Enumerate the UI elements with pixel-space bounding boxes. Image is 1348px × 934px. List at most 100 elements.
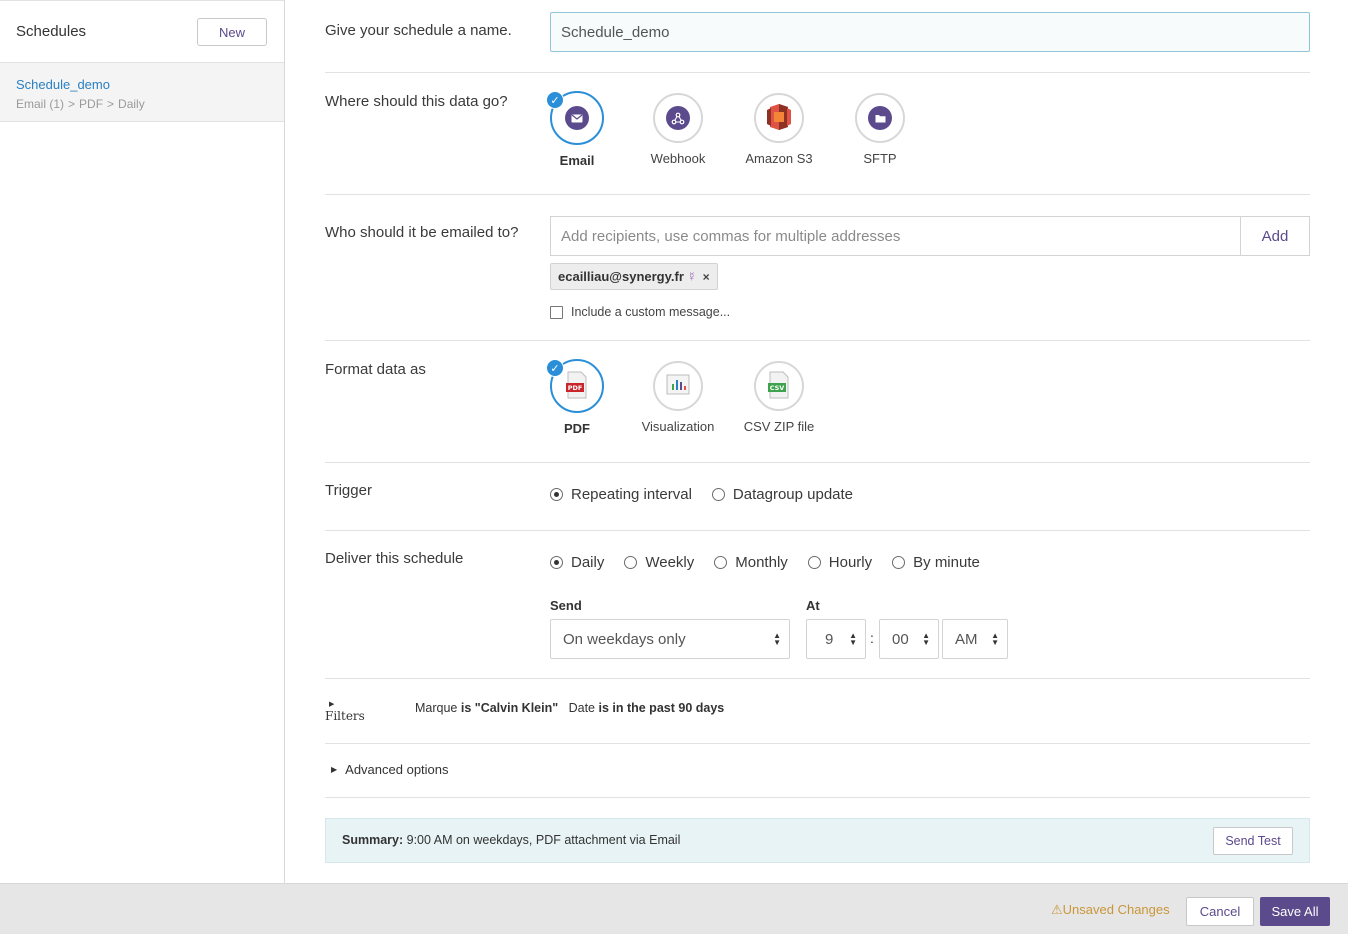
- frequency-by-minute-radio[interactable]: By minute: [892, 554, 980, 571]
- hour-select[interactable]: 9 ▲ ▼: [806, 619, 866, 659]
- name-label: Give your schedule a name.: [325, 22, 512, 39]
- recipient-chip: ecailliau@synergy.fr ☿ ×: [550, 263, 718, 290]
- custom-message-checkbox[interactable]: [550, 305, 563, 319]
- path-destination: Email (1): [16, 97, 65, 111]
- delivery-section: Deliver this schedule Daily Weekly Month…: [325, 531, 1310, 679]
- recipient-email: ecailliau@synergy.fr: [558, 269, 684, 284]
- trigger-datagroup-radio[interactable]: Datagroup update: [711, 486, 854, 503]
- new-schedule-button[interactable]: New: [197, 18, 267, 46]
- destination-option-sftp[interactable]: SFTP: [840, 93, 920, 166]
- summary-description: 9:00 AM on weekdays, PDF attachment via …: [406, 833, 681, 847]
- filter-field: Date: [568, 701, 595, 715]
- custom-message-label: Include a custom message...: [571, 305, 731, 319]
- time-separator: :: [870, 630, 874, 646]
- destination-label: Where should this data go?: [325, 93, 508, 110]
- radio-button[interactable]: [550, 488, 563, 501]
- send-days-select[interactable]: On weekdays only ▲ ▼: [550, 619, 790, 659]
- schedules-sidebar: Schedules New Schedule_demo Email (1) > PD…: [0, 0, 285, 883]
- trigger-label: Trigger: [325, 482, 372, 499]
- radio-label: Monthly: [735, 554, 788, 571]
- radio-button[interactable]: [550, 556, 563, 569]
- at-label: At: [806, 598, 820, 613]
- advanced-options-toggle[interactable]: ▶ Advanced options: [331, 762, 449, 777]
- format-label: Format data as: [325, 361, 426, 378]
- cancel-button[interactable]: Cancel: [1186, 897, 1254, 926]
- schedule-name-input[interactable]: [550, 12, 1310, 52]
- sidebar-title: Schedules: [16, 23, 87, 40]
- format-option-pdf[interactable]: ✓ PDF PDF: [537, 359, 617, 436]
- remove-recipient-icon[interactable]: ×: [703, 270, 710, 284]
- visualization-chart-icon: [666, 373, 690, 400]
- save-all-button[interactable]: Save All: [1260, 897, 1330, 926]
- option-label: CSV ZIP file: [743, 419, 815, 434]
- select-arrows-icon: ▲ ▼: [849, 631, 857, 647]
- schedule-item-path: Email (1) > PDF > Daily: [16, 97, 268, 111]
- destination-option-amazon-s3[interactable]: Amazon S3: [739, 93, 819, 166]
- filters-section: ▶ Filters Marque is "Calvin Klein" Date …: [325, 679, 1310, 744]
- name-section: Give your schedule a name.: [325, 0, 1310, 73]
- schedule-item-name[interactable]: Schedule_demo: [16, 77, 268, 92]
- radio-button[interactable]: [807, 556, 821, 569]
- destination-section: Where should this data go? ✓ Email Webho…: [325, 73, 1310, 195]
- radio-button[interactable]: [711, 488, 725, 501]
- footer-bar: ⚠Unsaved Changes Cancel Save All: [0, 883, 1348, 934]
- radio-button[interactable]: [624, 556, 638, 569]
- amazon-s3-icon: [766, 102, 792, 135]
- radio-button[interactable]: [892, 556, 906, 569]
- send-label: Send: [550, 598, 582, 613]
- recipients-label: Who should it be emailed to?: [325, 224, 519, 241]
- send-days-value: On weekdays only: [563, 630, 686, 648]
- recipients-input[interactable]: [550, 216, 1241, 256]
- option-circle: [855, 93, 905, 143]
- path-frequency: Daily: [118, 97, 145, 111]
- frequency-monthly-radio[interactable]: Monthly: [714, 554, 788, 571]
- minute-select[interactable]: 00 ▲ ▼: [879, 619, 939, 659]
- hour-value: 9: [825, 630, 834, 648]
- option-label: Amazon S3: [745, 151, 813, 166]
- format-option-visualization[interactable]: Visualization: [638, 361, 718, 434]
- pdf-file-icon: PDF: [565, 371, 589, 402]
- add-recipient-button[interactable]: Add: [1240, 216, 1310, 256]
- option-circle: [754, 93, 804, 143]
- send-test-button[interactable]: Send Test: [1213, 827, 1293, 855]
- radio-label: Weekly: [645, 554, 695, 571]
- option-label: Webhook: [650, 151, 706, 166]
- option-circle: [653, 93, 703, 143]
- checkmark-icon: ✓: [546, 359, 564, 377]
- radio-label: Datagroup update: [732, 486, 854, 503]
- email-icon: [565, 106, 589, 130]
- frequency-hourly-radio[interactable]: Hourly: [807, 554, 872, 571]
- advanced-section: ▶ Advanced options: [325, 744, 1310, 798]
- format-section: Format data as ✓ PDF PDF Visualization C…: [325, 341, 1310, 463]
- filter-field: Marque: [415, 701, 458, 715]
- destination-option-email[interactable]: ✓ Email: [537, 91, 617, 168]
- delivery-label: Deliver this schedule: [325, 550, 464, 567]
- checkmark-icon: ✓: [546, 91, 564, 109]
- frequency-weekly-radio[interactable]: Weekly: [624, 554, 694, 571]
- frequency-radio-group: Daily Weekly Monthly Hourly By minute: [550, 554, 1000, 571]
- radio-button[interactable]: [714, 556, 728, 569]
- custom-message-option[interactable]: Include a custom message...: [550, 305, 730, 319]
- path-format: PDF: [79, 97, 104, 111]
- summary-prefix: Summary:: [342, 833, 404, 847]
- select-arrows-icon: ▲ ▼: [922, 631, 930, 647]
- select-arrows-icon: ▲ ▼: [991, 631, 999, 647]
- trigger-repeating-radio[interactable]: Repeating interval: [550, 486, 692, 503]
- unsaved-label: Unsaved Changes: [1062, 902, 1170, 917]
- schedule-form: Give your schedule a name. Where should …: [325, 0, 1310, 798]
- trigger-radio-group: Repeating interval Datagroup update: [550, 486, 873, 503]
- format-option-csv-zip[interactable]: CSV CSV ZIP file: [739, 361, 819, 434]
- caret-right-icon: ▶: [329, 700, 335, 708]
- chevron-right-icon: >: [68, 97, 76, 111]
- minute-value: 00: [892, 630, 909, 648]
- sidebar-item-schedule[interactable]: Schedule_demo Email (1) > PDF > Daily: [0, 63, 284, 122]
- svg-text:CSV: CSV: [770, 384, 785, 392]
- radio-label: Repeating interval: [571, 486, 692, 503]
- destination-option-webhook[interactable]: Webhook: [638, 93, 718, 166]
- filter-condition: is "Calvin Klein": [460, 701, 559, 715]
- caret-right-icon: ▶: [331, 765, 338, 774]
- recipients-section: Who should it be emailed to? Add ecailli…: [325, 195, 1310, 341]
- filters-toggle[interactable]: ▶ Filters: [325, 700, 365, 723]
- ampm-select[interactable]: AM ▲ ▼: [942, 619, 1008, 659]
- frequency-daily-radio[interactable]: Daily: [550, 554, 604, 571]
